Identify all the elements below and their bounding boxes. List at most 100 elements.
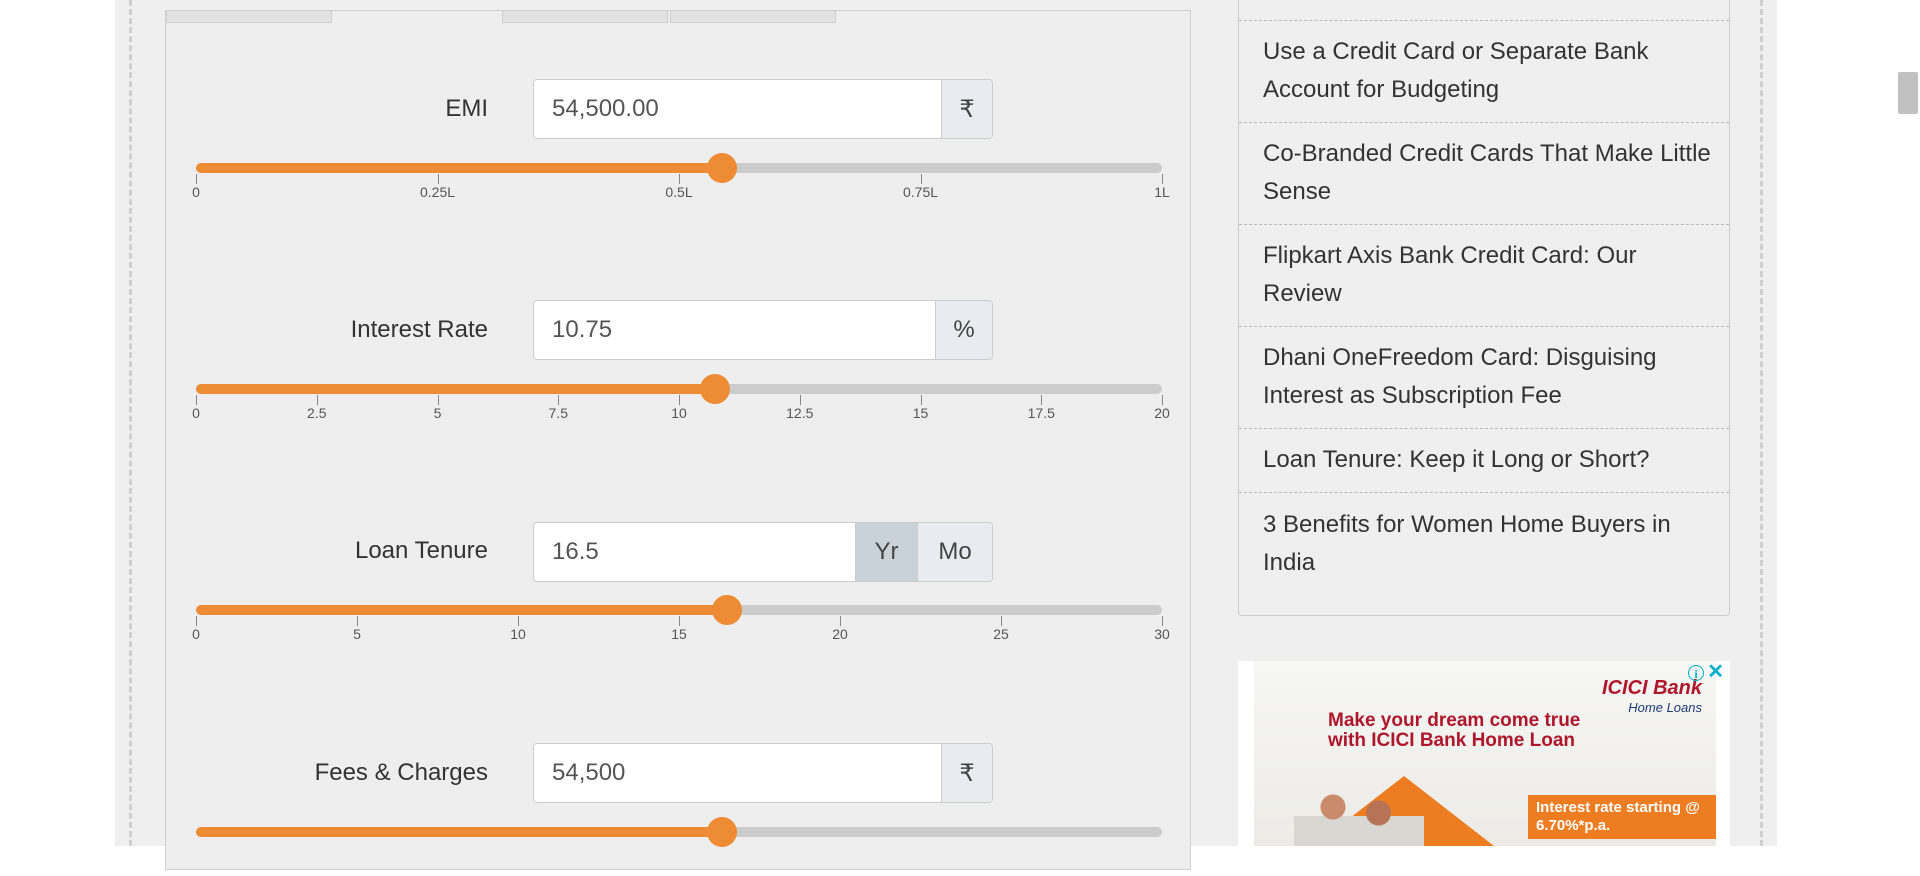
- loan-tenure-slider[interactable]: 0 5 10 15 20 25 30: [192, 594, 1170, 654]
- rupee-addon: ₹: [941, 744, 992, 802]
- calculator-tab-4[interactable]: [670, 11, 836, 23]
- ad-rate-box: Interest rate starting @ 6.70%*p.a.: [1528, 795, 1716, 839]
- emi-slider[interactable]: 0 0.25L 0.5L 0.75L 1L: [192, 152, 1170, 212]
- slider-tick-label: 15: [912, 405, 929, 421]
- slider-tick-label: 5: [433, 405, 442, 421]
- percent-addon: %: [935, 301, 992, 359]
- sidebar-article-link[interactable]: 3 Benefits for Women Home Buyers in Indi…: [1239, 492, 1729, 594]
- slider-handle[interactable]: [707, 153, 738, 183]
- fees-charges-field: ₹: [533, 743, 993, 803]
- slider-fill: [196, 384, 716, 394]
- slider-tick: [518, 616, 519, 626]
- interest-rate-input[interactable]: [534, 301, 935, 359]
- sidebar-article-title: Loan Tenure: Keep it Long or Short?: [1263, 446, 1650, 473]
- slider-tick-label: 12.5: [786, 405, 814, 421]
- calculator-tab-1[interactable]: [166, 11, 332, 23]
- sidebar-article-title: Co-Branded Credit Cards That Make Little…: [1263, 140, 1711, 205]
- emi-field: ₹: [533, 79, 993, 139]
- ad-brand-sub: Home Loans: [1628, 700, 1702, 715]
- ad-headline: Make your dream come true with ICICI Ban…: [1328, 710, 1581, 751]
- slider-tick: [679, 395, 680, 405]
- page-scrollbar[interactable]: [1895, 0, 1920, 846]
- slider-tick: [920, 174, 922, 184]
- slider-tick-label: 7.5: [548, 405, 568, 421]
- slider-tick-label: 10: [671, 405, 687, 421]
- slider-tick: [196, 395, 197, 405]
- related-articles-sidebar: Use a Credit Card or Separate Bank Accou…: [1238, 0, 1730, 616]
- sidebar-article-link[interactable]: Use a Credit Card or Separate Bank Accou…: [1239, 20, 1729, 121]
- sidebar-article-title: Use a Credit Card or Separate Bank Accou…: [1263, 38, 1649, 103]
- slider-tick: [1001, 616, 1002, 626]
- fees-charges-slider[interactable]: [196, 816, 1162, 876]
- slider-tick: [679, 174, 680, 184]
- emi-label: EMI: [445, 95, 488, 122]
- tenure-year-toggle[interactable]: Yr: [855, 523, 917, 581]
- slider-tick-label: 17.5: [1027, 405, 1055, 421]
- slider-tick: [437, 395, 439, 405]
- sidebar-article-link[interactable]: Co-Branded Credit Cards That Make Little…: [1239, 122, 1729, 223]
- ad-photo: [1294, 789, 1424, 846]
- scrollbar-thumb[interactable]: [1898, 72, 1918, 114]
- fees-charges-label: Fees & Charges: [314, 759, 488, 786]
- ad-brand: ICICI Bank: [1601, 677, 1702, 699]
- fees-charges-input[interactable]: [534, 744, 941, 802]
- slider-tick: [196, 174, 197, 184]
- slider-tick: [1041, 395, 1043, 405]
- interest-rate-slider[interactable]: 0 2.5 5 7.5 10 12.5 15 17.5 20: [192, 373, 1170, 433]
- ad-logo: ICICI Bank Home Loans: [1602, 677, 1702, 715]
- loan-tenure-label: Loan Tenure: [354, 537, 488, 564]
- slider-fill: [196, 163, 723, 173]
- slider-tick: [357, 616, 358, 626]
- interest-rate-label: Interest Rate: [350, 316, 488, 343]
- emi-calculator-panel: [165, 10, 1191, 870]
- content-border-right: [1760, 0, 1763, 846]
- slider-tick-label: 0: [192, 405, 200, 421]
- slider-handle[interactable]: [712, 595, 743, 625]
- slider-tick-label: 20: [1154, 405, 1170, 421]
- slider-tick-label: 0.75L: [902, 184, 939, 200]
- slider-fill: [196, 827, 723, 837]
- slider-tick-label: 20: [832, 626, 848, 642]
- slider-tick-label: 1L: [1154, 184, 1170, 200]
- slider-tick: [799, 395, 801, 405]
- slider-tick-label: 0.25L: [419, 184, 456, 200]
- sidebar-article-link[interactable]: Loan Tenure: Keep it Long or Short?: [1239, 428, 1729, 491]
- slider-handle[interactable]: [707, 817, 738, 847]
- ad-banner-image[interactable]: ICICI Bank Home Loans Make your dream co…: [1254, 661, 1716, 846]
- slider-tick: [437, 174, 439, 184]
- slider-tick: [196, 616, 197, 626]
- interest-rate-field: %: [533, 300, 993, 360]
- loan-tenure-input[interactable]: [534, 523, 855, 581]
- content-border-left: [129, 0, 132, 846]
- emi-input[interactable]: [534, 80, 941, 138]
- slider-tick-label: 15: [671, 626, 687, 642]
- loan-tenure-field: Yr Mo: [533, 522, 993, 582]
- slider-tick-label: 10: [510, 626, 526, 642]
- slider-tick: [1162, 395, 1163, 405]
- slider-tick: [679, 616, 680, 626]
- slider-fill: [196, 605, 728, 615]
- sidebar-article-title: Dhani OneFreedom Card: Disguising Intere…: [1263, 344, 1657, 409]
- slider-tick-label: 5: [353, 626, 361, 642]
- rupee-addon: ₹: [941, 80, 992, 138]
- sidebar-article-link[interactable]: Flipkart Axis Bank Credit Card: Our Revi…: [1239, 224, 1729, 325]
- tenure-month-toggle[interactable]: Mo: [917, 523, 992, 581]
- slider-tick-label: 0: [192, 184, 200, 200]
- slider-tick: [1162, 616, 1163, 626]
- sidebar-article-link[interactable]: Dhani OneFreedom Card: Disguising Intere…: [1239, 326, 1729, 427]
- close-icon[interactable]: ✕: [1707, 662, 1724, 682]
- info-icon[interactable]: i: [1688, 665, 1704, 681]
- slider-tick-label: 0: [192, 626, 200, 642]
- slider-tick-label: 2.5: [307, 405, 327, 421]
- slider-tick: [558, 395, 560, 405]
- sidebar-article-title: 3 Benefits for Women Home Buyers in Indi…: [1263, 510, 1671, 576]
- slider-tick: [840, 616, 841, 626]
- calculator-tab-2[interactable]: [334, 11, 500, 23]
- sidebar-article-title: Flipkart Axis Bank Credit Card: Our Revi…: [1263, 242, 1637, 307]
- slider-tick-label: 30: [1154, 626, 1170, 642]
- slider-tick: [316, 395, 318, 405]
- slider-tick: [1162, 174, 1163, 184]
- advertisement[interactable]: ICICI Bank Home Loans Make your dream co…: [1238, 661, 1730, 846]
- slider-handle[interactable]: [700, 374, 731, 404]
- calculator-tab-3[interactable]: [502, 11, 668, 23]
